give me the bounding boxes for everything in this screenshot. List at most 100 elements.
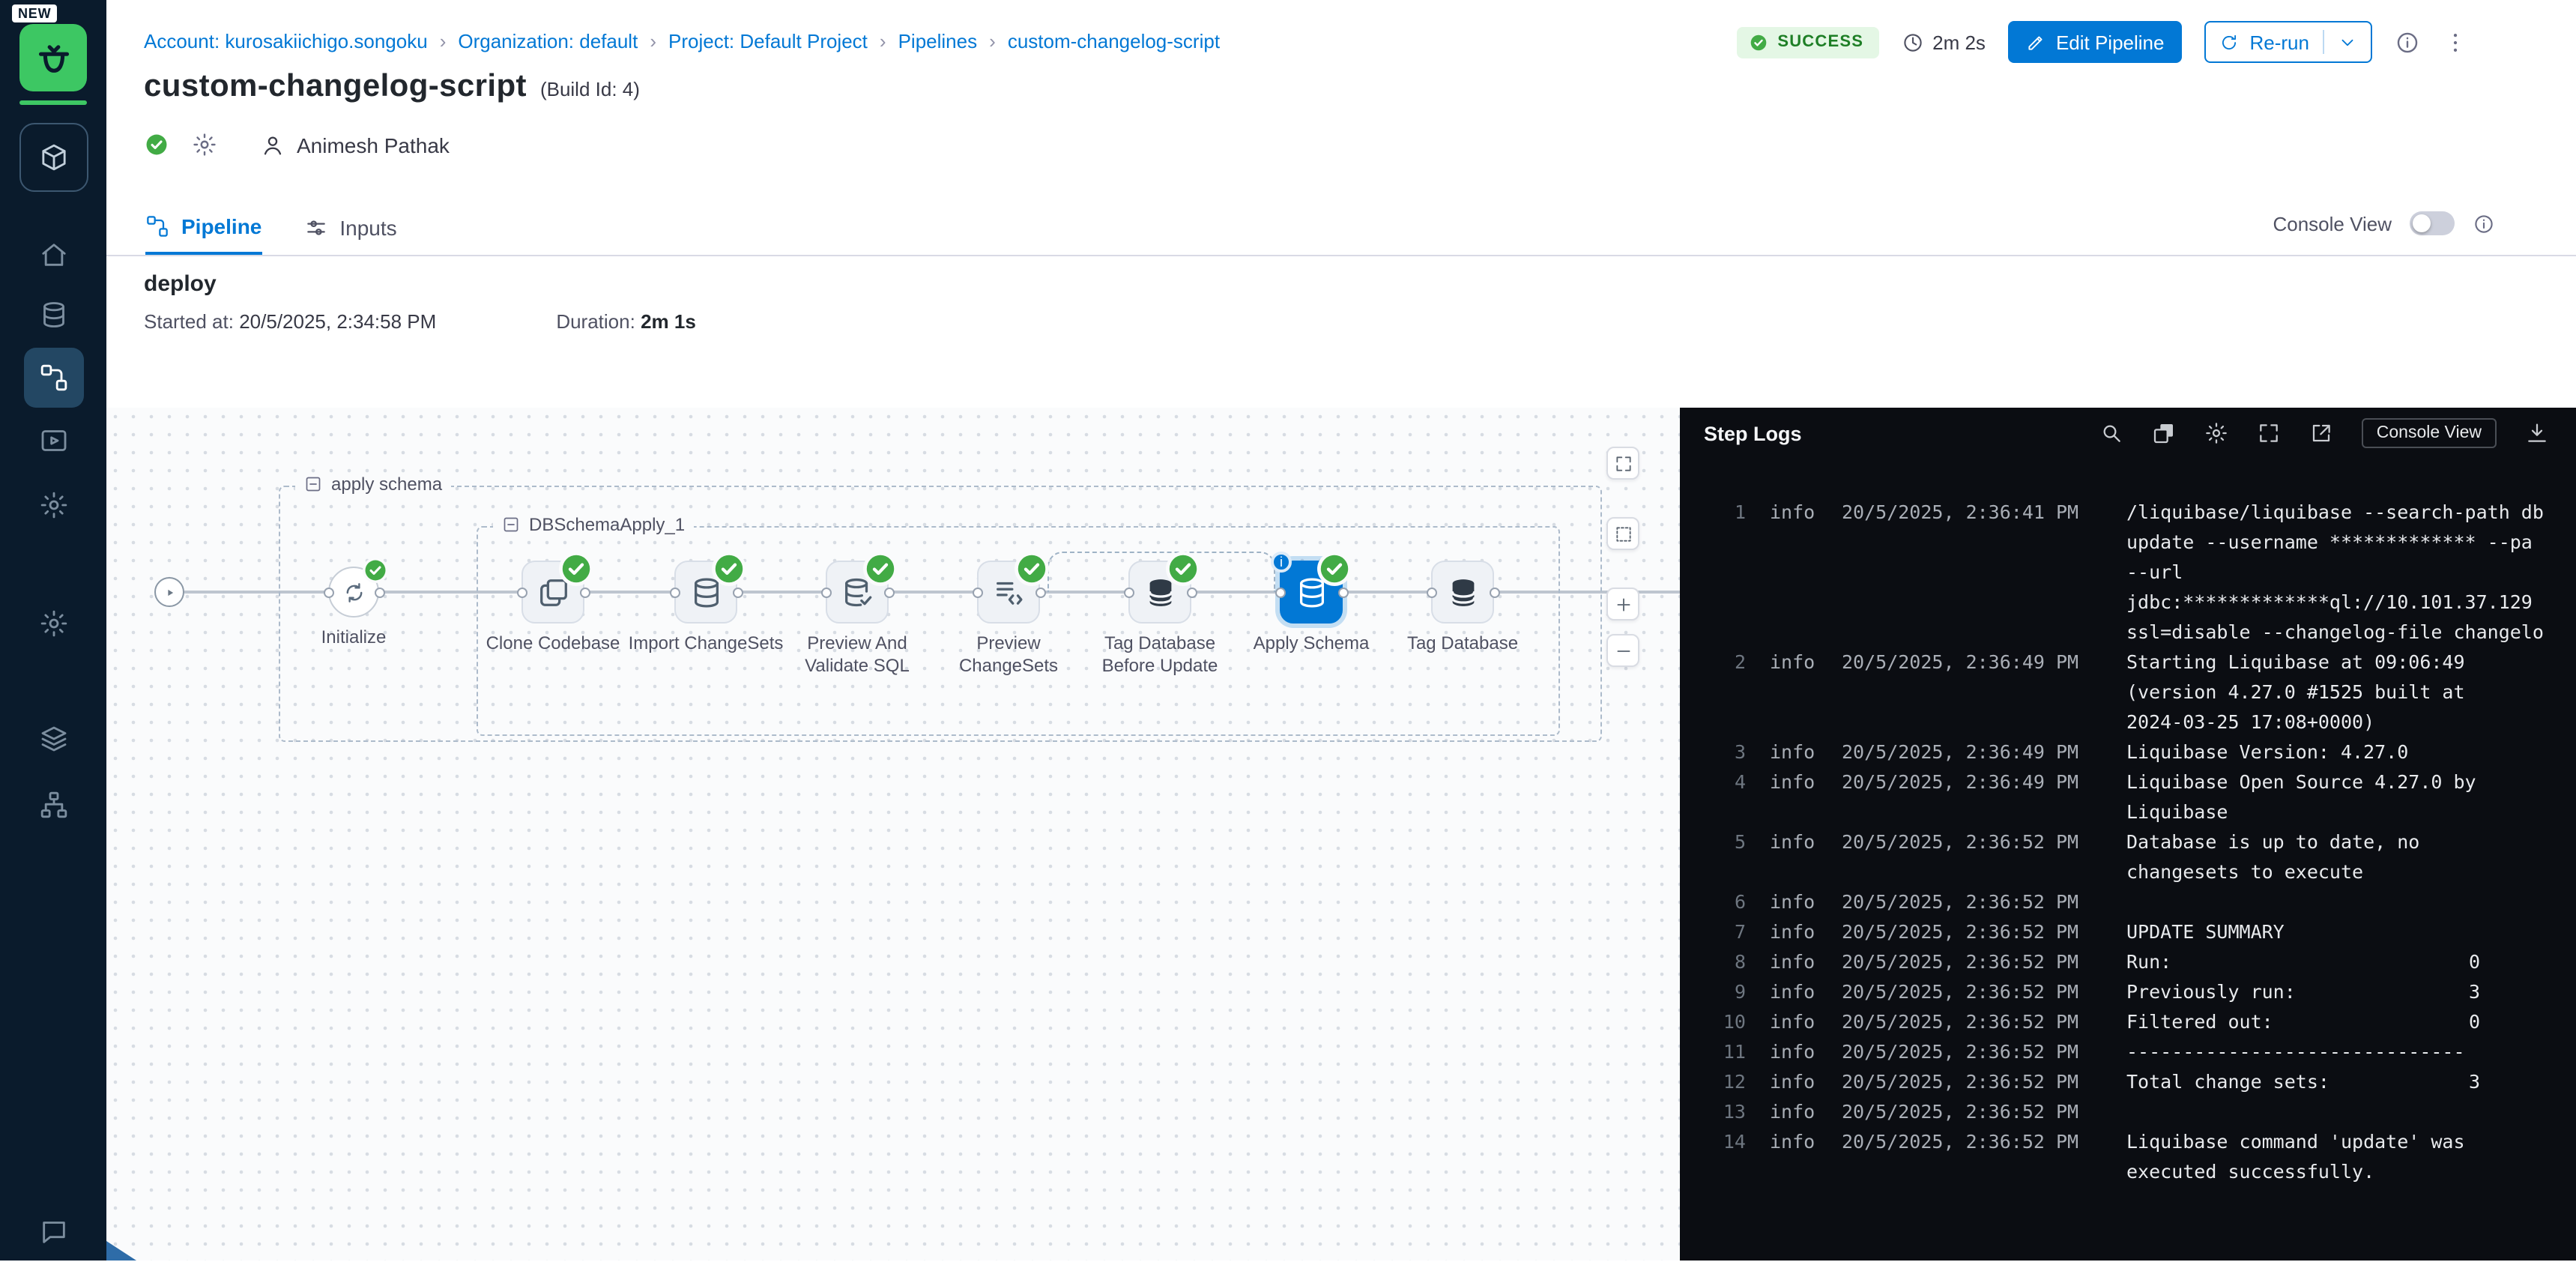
nav-executions[interactable] [23, 411, 83, 471]
log-line-number [1680, 618, 1746, 647]
log-level [1746, 677, 1821, 707]
breadcrumb-link[interactable]: Account: kurosakiichigo.songoku [144, 30, 428, 52]
connector-dot [1275, 587, 1285, 597]
console-view-toggle[interactable] [2410, 211, 2455, 235]
inputs-tab-icon [303, 216, 327, 240]
log-level: info [1746, 737, 1821, 767]
nav-databases[interactable] [23, 285, 83, 345]
nav-home[interactable] [23, 225, 83, 285]
success-check-icon [1015, 552, 1049, 586]
home-icon [38, 240, 68, 270]
breadcrumb-link[interactable]: custom-changelog-script [1008, 30, 1220, 52]
log-line: 4info20/5/2025, 2:36:49 PMLiquibase Open… [1680, 767, 2576, 797]
group-label[interactable]: DBSchemaApply_1 [493, 514, 694, 535]
log-timestamp: 20/5/2025, 2:36:52 PM [1821, 917, 2087, 947]
expand-button[interactable] [1606, 447, 1639, 480]
edit-pipeline-button[interactable]: Edit Pipeline [2008, 21, 2183, 63]
log-settings-icon[interactable] [2204, 421, 2228, 445]
log-level [1746, 797, 1821, 827]
log-timestamp: 20/5/2025, 2:36:52 PM [1821, 977, 2087, 1007]
log-message: Liquibase command 'update' was [2087, 1127, 2576, 1157]
nav-settings[interactable] [23, 475, 83, 535]
nav-help-chat[interactable] [23, 1202, 83, 1262]
log-level: info [1746, 917, 1821, 947]
chat-widget-corner[interactable] [106, 1241, 136, 1261]
node-label: Preview ChangeSets [926, 632, 1091, 676]
search-icon[interactable] [2099, 421, 2123, 445]
breadcrumb-link[interactable]: Organization: default [458, 30, 638, 52]
status-badge: SUCCESS [1737, 26, 1878, 58]
pipeline-node-clone-codebase[interactable] [521, 561, 584, 624]
duration-text: 2m 2s [1932, 31, 1986, 53]
log-level: info [1746, 887, 1821, 917]
collapse-icon[interactable] [304, 475, 322, 493]
log-message-text: Filtered out: [2126, 1007, 2273, 1037]
gear-icon[interactable] [192, 132, 217, 157]
breadcrumb-link[interactable]: Pipelines [898, 30, 978, 52]
pipeline-node-preview-and-validate-sql[interactable] [826, 561, 889, 624]
breadcrumb-separator: › [989, 30, 996, 52]
log-level [1746, 618, 1821, 647]
nav-environments[interactable] [23, 709, 83, 769]
log-lines[interactable]: 1info20/5/2025, 2:36:41 PM/liquibase/liq… [1680, 459, 2576, 1187]
pipeline-node-preview-changesets[interactable] [977, 561, 1040, 624]
nav-module-switcher[interactable] [19, 123, 88, 192]
collapse-icon[interactable] [502, 516, 520, 534]
breadcrumb-link[interactable]: Project: Default Project [668, 30, 868, 52]
marquee-button[interactable] [1606, 517, 1639, 550]
group-label[interactable]: apply schema [295, 474, 451, 495]
nav-pipelines[interactable] [23, 348, 83, 408]
download-icon[interactable] [2525, 421, 2549, 445]
connector-dot [516, 587, 527, 597]
connector-dot [579, 587, 590, 597]
log-level: info [1746, 647, 1821, 677]
executions-icon [38, 426, 68, 456]
node-label: Tag Database [1380, 632, 1545, 654]
fullscreen-icon[interactable] [2257, 421, 2281, 445]
external-link-icon[interactable] [2309, 421, 2333, 445]
zoom-out-button[interactable] [1606, 634, 1639, 667]
pipeline-node-tag-database[interactable] [1431, 561, 1494, 624]
info-icon[interactable] [2473, 212, 2495, 235]
success-check-icon [559, 552, 593, 586]
tab-inputs[interactable]: Inputs [303, 199, 396, 256]
log-message: Liquibase Version: 4.27.0 [2087, 737, 2576, 767]
log-timestamp [1821, 857, 2087, 887]
console-view-button[interactable]: Console View [2362, 418, 2497, 448]
pipeline-node-initialize[interactable] [328, 567, 379, 618]
account-logo[interactable] [19, 24, 87, 91]
more-options-icon[interactable] [2443, 29, 2468, 55]
db-icon [38, 300, 68, 330]
log-message-value: 0 [2469, 947, 2480, 977]
log-timestamp: 20/5/2025, 2:36:52 PM [1821, 947, 2087, 977]
pipeline-status-icon [144, 132, 169, 157]
header-actions: SUCCESS 2m 2s Edit Pipeline Re-run [1737, 21, 2468, 63]
chat-icon [38, 1217, 68, 1247]
log-line-number: 14 [1680, 1127, 1746, 1157]
pipeline-node-import-changesets[interactable] [674, 561, 737, 624]
log-message [2087, 1097, 2576, 1127]
chevron-down-icon[interactable] [2338, 32, 2357, 52]
pipeline-node-tag-database-before-update[interactable] [1128, 561, 1191, 624]
info-icon[interactable] [2395, 29, 2420, 55]
copy-icon[interactable] [2152, 421, 2176, 445]
log-level [1746, 857, 1821, 887]
log-message: Total change sets:3 [2087, 1067, 2576, 1097]
pipeline-canvas[interactable]: apply schema DBSchemaApply_1 InitializeC… [106, 408, 1680, 1261]
pipeline-node-apply-schema[interactable]: i [1280, 561, 1343, 624]
log-timestamp: 20/5/2025, 2:36:49 PM [1821, 737, 2087, 767]
tab-pipeline[interactable]: Pipeline [145, 199, 261, 256]
pipeline-start-node[interactable] [154, 577, 184, 607]
log-timestamp: 20/5/2025, 2:36:52 PM [1821, 1007, 2087, 1037]
log-line-number: 13 [1680, 1097, 1746, 1127]
log-message: (version 4.27.0 #1525 built at [2087, 677, 2576, 707]
stage-duration: Duration: 2m 1s [556, 310, 696, 333]
nav-connectors[interactable] [23, 775, 83, 835]
pipelines-icon [38, 363, 68, 393]
nav-project-setup[interactable] [23, 594, 83, 653]
log-level: info [1746, 767, 1821, 797]
rerun-button[interactable]: Re-run [2205, 21, 2373, 63]
execution-duration: 2m 2s [1901, 31, 1986, 53]
log-message: Starting Liquibase at 09:06:49 [2087, 647, 2576, 677]
zoom-in-button[interactable] [1606, 588, 1639, 621]
